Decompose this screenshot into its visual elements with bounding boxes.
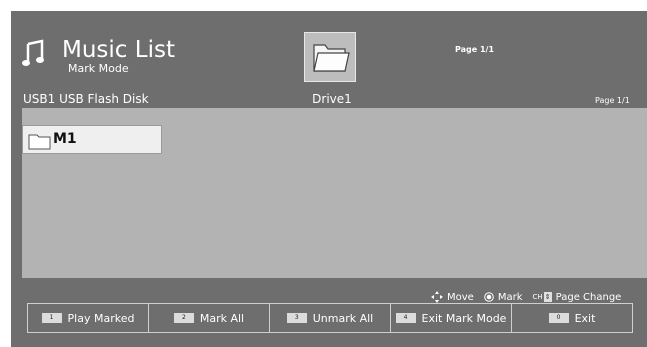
file-list-panel: M1: [22, 108, 647, 278]
exit-label: Exit: [574, 311, 596, 325]
key-0-badge: 0: [548, 313, 569, 323]
exit-mark-mode-button[interactable]: 4 Exit Mark Mode: [391, 304, 512, 332]
mark-label: Mark: [497, 291, 523, 303]
channel-button-icon: CH ⇕: [532, 292, 552, 302]
move-label: Move: [447, 291, 474, 303]
mode-label: Mark Mode: [68, 62, 129, 75]
move-arrows-icon: [431, 291, 443, 303]
page-change-label: Page Change: [555, 291, 622, 303]
key-1-badge: 1: [41, 313, 62, 323]
list-item[interactable]: M1: [22, 125, 162, 154]
move-hint: Move: [431, 291, 474, 303]
music-list-screen: Music List Mark Mode USB1 USB Flash Disk…: [11, 11, 647, 347]
key-2-badge: 2: [173, 313, 194, 323]
page-title: Music List: [62, 37, 175, 63]
navigation-hints: Move Mark CH ⇕ Page Change: [431, 291, 621, 303]
page-indicator: Page 1/1: [595, 96, 630, 105]
mark-hint: Mark: [484, 292, 523, 303]
drive-thumbnail[interactable]: [304, 32, 356, 82]
folder-icon: [313, 44, 350, 72]
key-3-badge: 3: [286, 313, 307, 323]
drive-label: Drive1: [312, 92, 352, 106]
unmark-all-label: Unmark All: [312, 311, 374, 325]
channel-label: CH: [532, 293, 543, 301]
device-label: USB1 USB Flash Disk: [23, 92, 149, 106]
mark-all-label: Mark All: [199, 311, 245, 325]
page-indicator-top: Page 1/1: [455, 45, 495, 54]
mark-all-button[interactable]: 2 Mark All: [149, 304, 270, 332]
list-item-label: M1: [53, 131, 77, 147]
music-note-icon: [22, 39, 44, 66]
folder-icon: [28, 134, 51, 150]
exit-mark-mode-label: Exit Mark Mode: [421, 311, 507, 325]
exit-button[interactable]: 0 Exit: [512, 304, 632, 332]
function-bar: 1 Play Marked 2 Mark All 3 Unmark All 4 …: [27, 303, 633, 333]
page-change-hint: CH ⇕ Page Change: [533, 292, 622, 303]
ok-button-icon: [484, 292, 494, 302]
play-marked-button[interactable]: 1 Play Marked: [28, 304, 149, 332]
unmark-all-button[interactable]: 3 Unmark All: [270, 304, 391, 332]
key-4-badge: 4: [395, 313, 416, 323]
play-marked-label: Play Marked: [67, 311, 135, 325]
